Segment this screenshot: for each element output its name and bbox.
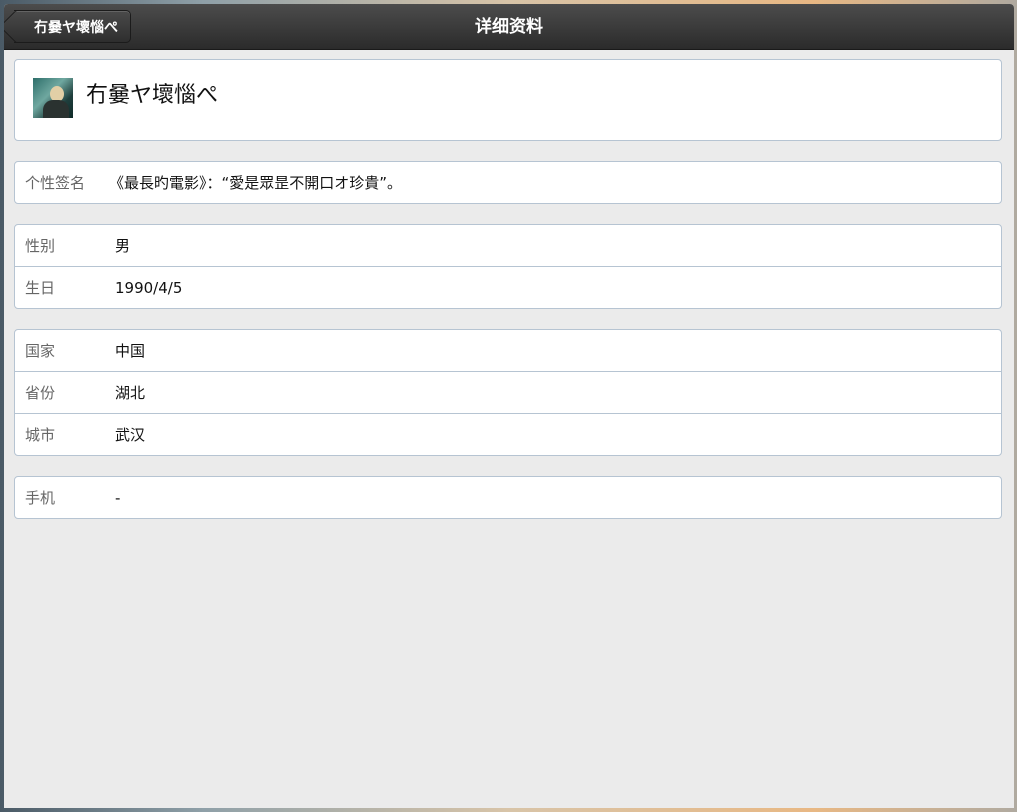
phone-label: 手机	[25, 489, 56, 507]
phone-row[interactable]: 手机 -	[15, 477, 1001, 518]
back-button[interactable]: 冇嘦ヤ壞惱ぺ	[4, 10, 131, 43]
birthday-row[interactable]: 生日 1990/4/5	[15, 266, 1001, 308]
app-window: 冇嘦ヤ壞惱ぺ 详细资料 冇嘦ヤ壞惱ぺ 个性签名 《最長旳電影》：“愛是眾昰不開口…	[4, 4, 1014, 808]
profile-name: 冇嘦ヤ壞惱ぺ	[86, 83, 219, 108]
province-row[interactable]: 省份 湖北	[15, 371, 1001, 413]
birthday-label: 生日	[25, 279, 56, 297]
signature-row[interactable]: 个性签名 《最長旳電影》：“愛是眾昰不開口オ珍貴”。	[15, 162, 1001, 203]
back-arrow-icon	[4, 10, 32, 43]
avatar[interactable]	[33, 78, 73, 118]
city-row[interactable]: 城市 武汉	[15, 413, 1001, 455]
location-section: 国家 中国 省份 湖北 城市 武汉	[14, 329, 1002, 456]
signature-section: 个性签名 《最長旳電影》：“愛是眾昰不開口オ珍貴”。	[14, 161, 1002, 204]
gender-label: 性别	[25, 237, 56, 255]
personal-info-section: 性别 男 生日 1990/4/5	[14, 224, 1002, 309]
country-value: 中国	[115, 342, 146, 360]
gender-value: 男	[115, 237, 131, 255]
province-value: 湖北	[115, 384, 146, 402]
country-row[interactable]: 国家 中国	[15, 330, 1001, 371]
city-value: 武汉	[115, 426, 146, 444]
navigation-bar: 冇嘦ヤ壞惱ぺ 详细资料	[4, 4, 1014, 50]
birthday-value: 1990/4/5	[115, 278, 183, 297]
page-title: 详细资料	[475, 17, 543, 37]
back-button-label: 冇嘦ヤ壞惱ぺ	[34, 19, 118, 36]
gender-row[interactable]: 性别 男	[15, 225, 1001, 266]
city-label: 城市	[25, 426, 56, 444]
signature-value: 《最長旳電影》：“愛是眾昰不開口オ珍貴”。	[109, 174, 403, 192]
country-label: 国家	[25, 342, 56, 360]
signature-label: 个性签名	[25, 174, 86, 192]
province-label: 省份	[25, 384, 56, 402]
contact-section: 手机 -	[14, 476, 1002, 519]
profile-header: 冇嘦ヤ壞惱ぺ	[14, 59, 1002, 141]
phone-value: -	[115, 488, 121, 507]
